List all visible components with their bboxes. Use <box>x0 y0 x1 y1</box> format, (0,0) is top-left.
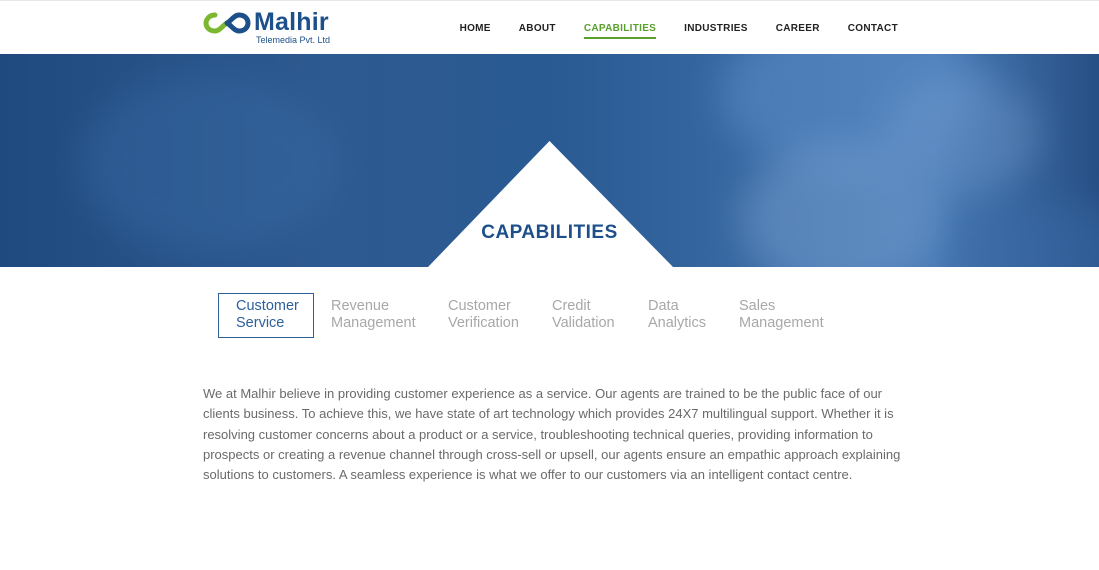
capability-description: We at Malhir believe in providing custom… <box>203 386 901 483</box>
tab-label: Management <box>331 315 416 331</box>
tab-label: Service <box>236 315 285 331</box>
tab-customer-service[interactable]: Customer Service <box>218 293 314 338</box>
tab-label: Credit <box>552 298 591 314</box>
page-title: CAPABILITIES <box>481 222 618 243</box>
tab-credit-validation[interactable]: Credit Validation <box>552 293 615 338</box>
tab-label: Customer <box>236 298 299 314</box>
brand-subtitle: Telemedia Pvt. Ltd <box>256 35 331 45</box>
tab-revenue-management[interactable]: Revenue Management <box>331 293 416 338</box>
nav-contact[interactable]: CONTACT <box>848 19 898 38</box>
tab-label: Sales <box>739 298 776 314</box>
tab-data-analytics[interactable]: Data Analytics <box>648 293 706 338</box>
nav-about[interactable]: ABOUT <box>519 19 556 38</box>
tab-label: Management <box>739 315 824 331</box>
tab-label: Revenue <box>331 298 390 314</box>
nav-industries[interactable]: INDUSTRIES <box>684 19 748 38</box>
tab-label: Data <box>648 298 679 314</box>
tab-label: Customer <box>448 298 511 314</box>
nav-career[interactable]: CAREER <box>776 19 820 38</box>
tab-label: Verification <box>448 315 519 331</box>
logo[interactable]: Malhir Telemedia Pvt. Ltd <box>203 8 343 48</box>
infinity-logo-icon <box>203 12 251 34</box>
site-header: Malhir Telemedia Pvt. Ltd HOME ABOUT CAP… <box>0 0 1099 54</box>
main-nav: HOME ABOUT CAPABILITIES INDUSTRIES CAREE… <box>432 1 898 55</box>
tab-label: Analytics <box>648 315 707 331</box>
tab-label: Validation <box>552 315 615 331</box>
nav-home[interactable]: HOME <box>460 19 491 38</box>
nav-capabilities[interactable]: CAPABILITIES <box>583 19 657 39</box>
brand-name: Malhir <box>254 8 329 36</box>
tab-customer-verification[interactable]: Customer Verification <box>448 293 519 338</box>
tab-sales-management[interactable]: Sales Management <box>739 293 824 338</box>
